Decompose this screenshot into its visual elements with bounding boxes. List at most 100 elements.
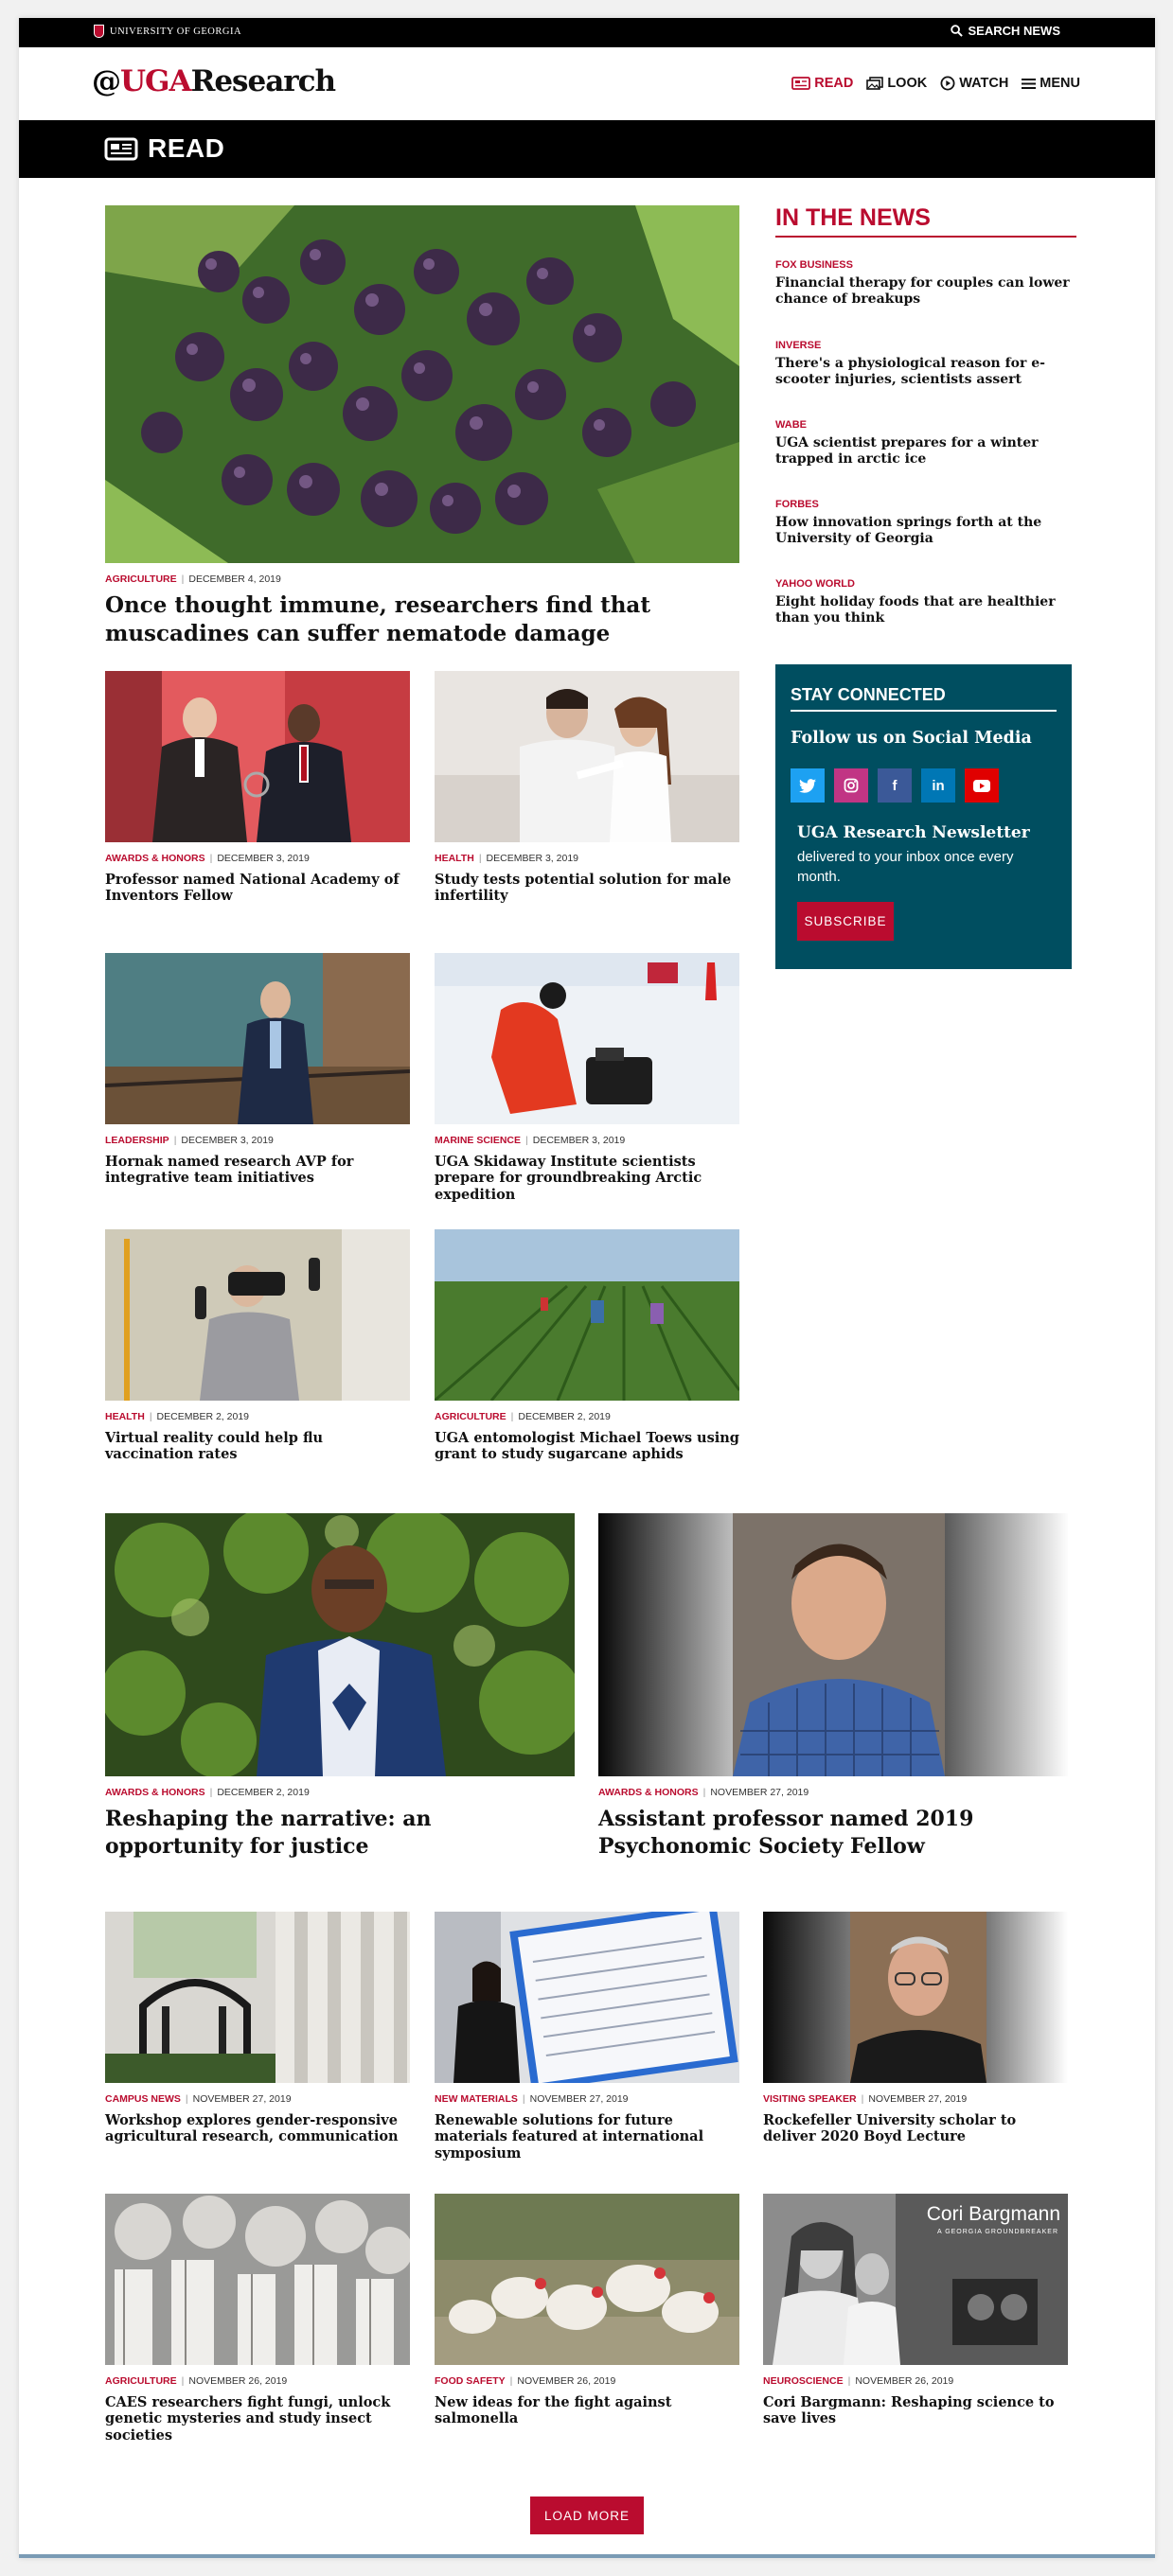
nav-look[interactable]: LOOK [866, 76, 927, 91]
play-circle-icon [940, 76, 955, 91]
article-headline-link[interactable]: Cori Bargmann: Reshaping science to save… [763, 2394, 1068, 2427]
article-headline-link[interactable]: New ideas for the fight against salmonel… [435, 2394, 739, 2427]
article-image[interactable] [105, 1912, 410, 2083]
nav-look-label: LOOK [887, 76, 928, 91]
category-link[interactable]: AWARDS & HONORS [105, 853, 205, 864]
news-title-link[interactable]: There's a physiological reason for e-sco… [775, 356, 1076, 388]
site-logo[interactable]: @UGAResearch [92, 64, 336, 98]
article-headline-link[interactable]: UGA Skidaway Institute scientists prepar… [435, 1154, 739, 1203]
youtube-icon[interactable] [965, 768, 999, 803]
category-link[interactable]: CAMPUS NEWS [105, 2093, 181, 2105]
article-image[interactable] [435, 1229, 739, 1401]
category-link[interactable]: AGRICULTURE [105, 2375, 177, 2387]
article-headline-link[interactable]: Hornak named research AVP for integrativ… [105, 1154, 410, 1187]
uga-shield-icon [94, 25, 104, 38]
cori-tag-overlay: A GEORGIA GROUNDBREAKER [936, 2229, 1058, 2235]
article-headline-link[interactable]: CAES researchers fight fungi, unlock gen… [105, 2394, 410, 2444]
post-date: DECEMBER 2, 2019 [518, 1411, 611, 1422]
logo-uga: UGA [120, 64, 192, 98]
article-headline-link[interactable]: UGA entomologist Michael Toews using gra… [435, 1430, 739, 1463]
category-link[interactable]: LEADERSHIP [105, 1135, 169, 1146]
article-image[interactable] [435, 2194, 739, 2365]
category-link[interactable]: AGRICULTURE [105, 573, 177, 585]
news-item[interactable]: YAHOO WORLD Eight holiday foods that are… [775, 578, 1076, 626]
load-more-button[interactable]: LOAD MORE [530, 2497, 644, 2534]
category-link[interactable]: AWARDS & HONORS [598, 1787, 699, 1798]
newspaper-icon [791, 77, 811, 90]
featured-headline-link[interactable]: Once thought immune, researchers find th… [105, 591, 739, 649]
in-the-news-heading: IN THE NEWS [775, 204, 1076, 238]
news-title-link[interactable]: Eight holiday foods that are healthier t… [775, 594, 1076, 626]
news-item[interactable]: INVERSE There's a physiological reason f… [775, 340, 1076, 388]
follow-heading: Follow us on Social Media [791, 729, 1032, 748]
article-image[interactable] [598, 1513, 1068, 1776]
article-meta: LEADERSHIP | DECEMBER 3, 2019 [105, 1135, 274, 1146]
images-icon [866, 77, 884, 90]
facebook-icon[interactable]: f [878, 768, 912, 803]
post-date: DECEMBER 2, 2019 [217, 1787, 310, 1798]
article-image[interactable] [105, 671, 410, 842]
article-image[interactable] [105, 1513, 575, 1776]
newsletter-title: UGA Research Newsletter [797, 823, 1030, 842]
category-link[interactable]: NEUROSCIENCE [763, 2375, 844, 2387]
article-headline-link[interactable]: Reshaping the narrative: an opportunity … [105, 1806, 575, 1861]
article-image[interactable]: Cori Bargmann A GEORGIA GROUNDBREAKER [763, 2194, 1068, 2365]
twitter-icon[interactable] [791, 768, 825, 803]
article-meta: HEALTH | DECEMBER 3, 2019 [435, 853, 579, 864]
news-item[interactable]: FOX BUSINESS Financial therapy for coupl… [775, 259, 1076, 308]
search-news-label: SEARCH NEWS [968, 24, 1060, 38]
post-date: NOVEMBER 27, 2019 [192, 2093, 292, 2105]
category-link[interactable]: VISITING SPEAKER [763, 2093, 857, 2105]
category-link[interactable]: HEALTH [435, 853, 474, 864]
news-title-link[interactable]: Financial therapy for couples can lower … [775, 275, 1076, 308]
article-headline-link[interactable]: Rockefeller University scholar to delive… [763, 2112, 1068, 2145]
article-image[interactable] [435, 1912, 739, 2083]
nav-read[interactable]: READ [791, 76, 853, 91]
news-title-link[interactable]: How innovation springs forth at the Univ… [775, 515, 1076, 547]
instagram-icon[interactable] [834, 768, 868, 803]
article-image[interactable] [435, 671, 739, 842]
article-image[interactable] [435, 953, 739, 1124]
post-date: NOVEMBER 27, 2019 [868, 2093, 968, 2105]
nav-menu[interactable]: MENU [1022, 76, 1080, 91]
search-news-button[interactable]: SEARCH NEWS [951, 24, 1060, 38]
article-image[interactable] [105, 2194, 410, 2365]
news-item[interactable]: FORBES How innovation springs forth at t… [775, 499, 1076, 547]
logo-research: Research [190, 64, 336, 98]
article-headline-link[interactable]: Professor named National Academy of Inve… [105, 872, 410, 905]
linkedin-icon[interactable]: in [921, 768, 955, 803]
news-title-link[interactable]: UGA scientist prepares for a winter trap… [775, 435, 1076, 468]
category-link[interactable]: HEALTH [105, 1411, 145, 1422]
article-image[interactable] [105, 1229, 410, 1401]
category-link[interactable]: MARINE SCIENCE [435, 1135, 521, 1146]
article-headline-link[interactable]: Workshop explores gender-responsive agri… [105, 2112, 410, 2145]
category-link[interactable]: NEW MATERIALS [435, 2093, 518, 2105]
news-source: FOX BUSINESS [775, 259, 853, 271]
article-headline-link[interactable]: Virtual reality could help flu vaccinati… [105, 1430, 410, 1463]
category-link[interactable]: FOOD SAFETY [435, 2375, 506, 2387]
post-date: NOVEMBER 26, 2019 [517, 2375, 616, 2387]
stay-connected-heading: STAY CONNECTED [791, 685, 1057, 712]
nav-watch[interactable]: WATCH [940, 76, 1008, 91]
post-date: DECEMBER 3, 2019 [181, 1135, 274, 1146]
article-meta: AWARDS & HONORS | NOVEMBER 27, 2019 [598, 1787, 809, 1798]
post-date: NOVEMBER 26, 2019 [855, 2375, 954, 2387]
category-link[interactable]: AWARDS & HONORS [105, 1787, 205, 1798]
category-link[interactable]: AGRICULTURE [435, 1411, 507, 1422]
post-date: NOVEMBER 26, 2019 [188, 2375, 288, 2387]
article-headline-link[interactable]: Renewable solutions for future materials… [435, 2112, 739, 2161]
article-image[interactable] [763, 1912, 1068, 2083]
site-header: @UGAResearch READ LOOK WATCH MENU [19, 47, 1155, 120]
section-banner: READ [19, 120, 1155, 178]
newspaper-icon [104, 137, 138, 160]
article-meta: VISITING SPEAKER | NOVEMBER 27, 2019 [763, 2093, 968, 2105]
news-item[interactable]: WABE UGA scientist prepares for a winter… [775, 419, 1076, 468]
article-image[interactable] [105, 953, 410, 1124]
newsletter-subtitle: delivered to your inbox once every month… [797, 849, 1014, 886]
uga-brand-link[interactable]: UNIVERSITY OF GEORGIA [94, 25, 241, 38]
page: UNIVERSITY OF GEORGIA SEARCH NEWS @UGARe… [19, 18, 1155, 2558]
subscribe-button[interactable]: SUBSCRIBE [797, 902, 894, 941]
featured-image-muscadines[interactable] [105, 205, 739, 563]
article-headline-link[interactable]: Assistant professor named 2019 Psychonom… [598, 1806, 1068, 1861]
article-headline-link[interactable]: Study tests potential solution for male … [435, 872, 739, 905]
